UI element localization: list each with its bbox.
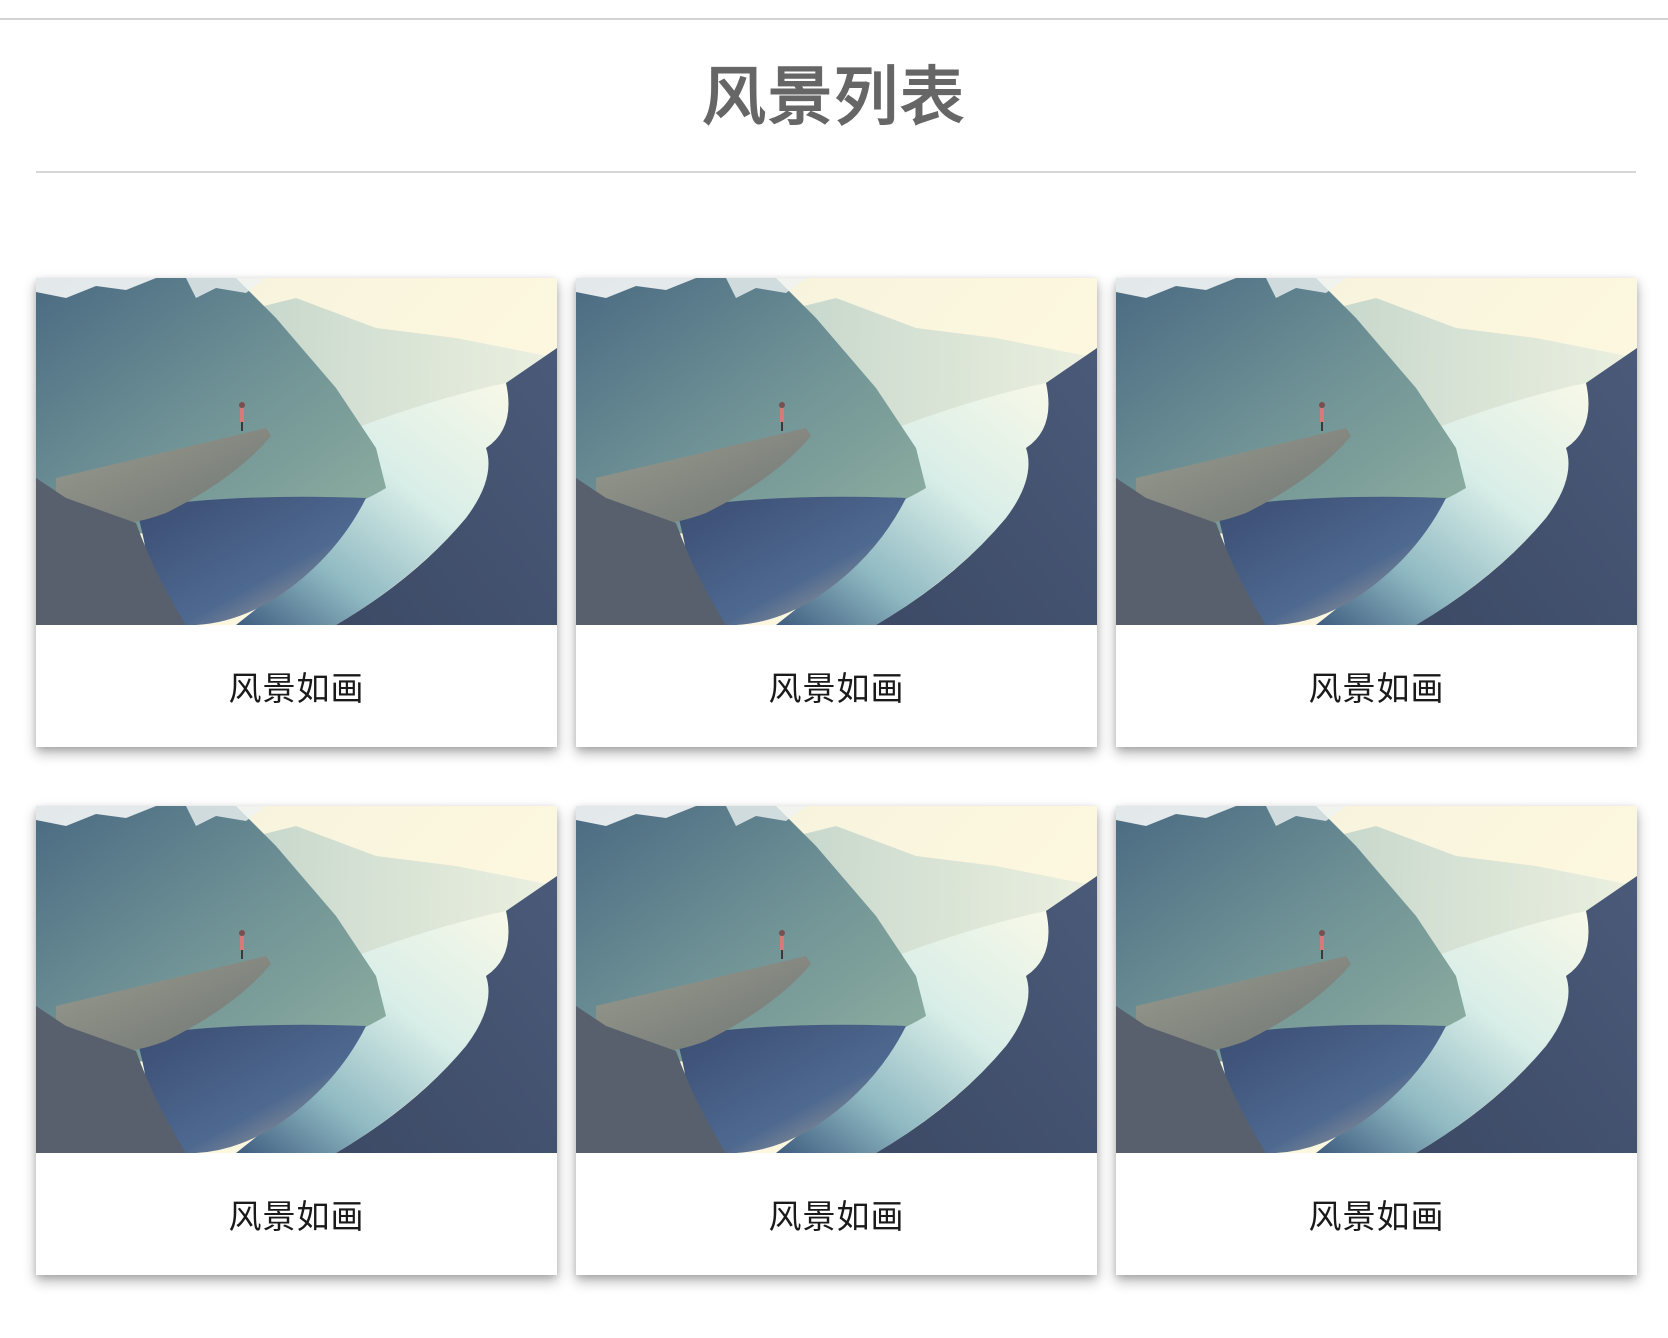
top-border-line <box>0 18 1668 20</box>
landscape-image <box>1116 278 1637 625</box>
landscape-image <box>36 806 557 1153</box>
card[interactable]: 风景如画 <box>36 278 557 747</box>
card-caption: 风景如画 <box>768 669 905 708</box>
card-caption: 风景如画 <box>1308 1197 1445 1236</box>
card[interactable]: 风景如画 <box>1116 278 1637 747</box>
card-caption: 风景如画 <box>228 669 365 708</box>
card[interactable]: 风景如画 <box>36 806 557 1275</box>
page-title: 风景列表 <box>702 61 966 135</box>
card-caption: 风景如画 <box>228 1197 365 1236</box>
title-divider <box>36 171 1636 173</box>
card[interactable]: 风景如画 <box>576 806 1097 1275</box>
landscape-image <box>1116 806 1637 1153</box>
card-caption: 风景如画 <box>1308 669 1445 708</box>
landscape-image <box>576 806 1097 1153</box>
landscape-image <box>576 278 1097 625</box>
landscape-image <box>36 278 557 625</box>
card[interactable]: 风景如画 <box>576 278 1097 747</box>
card-caption: 风景如画 <box>768 1197 905 1236</box>
card[interactable]: 风景如画 <box>1116 806 1637 1275</box>
